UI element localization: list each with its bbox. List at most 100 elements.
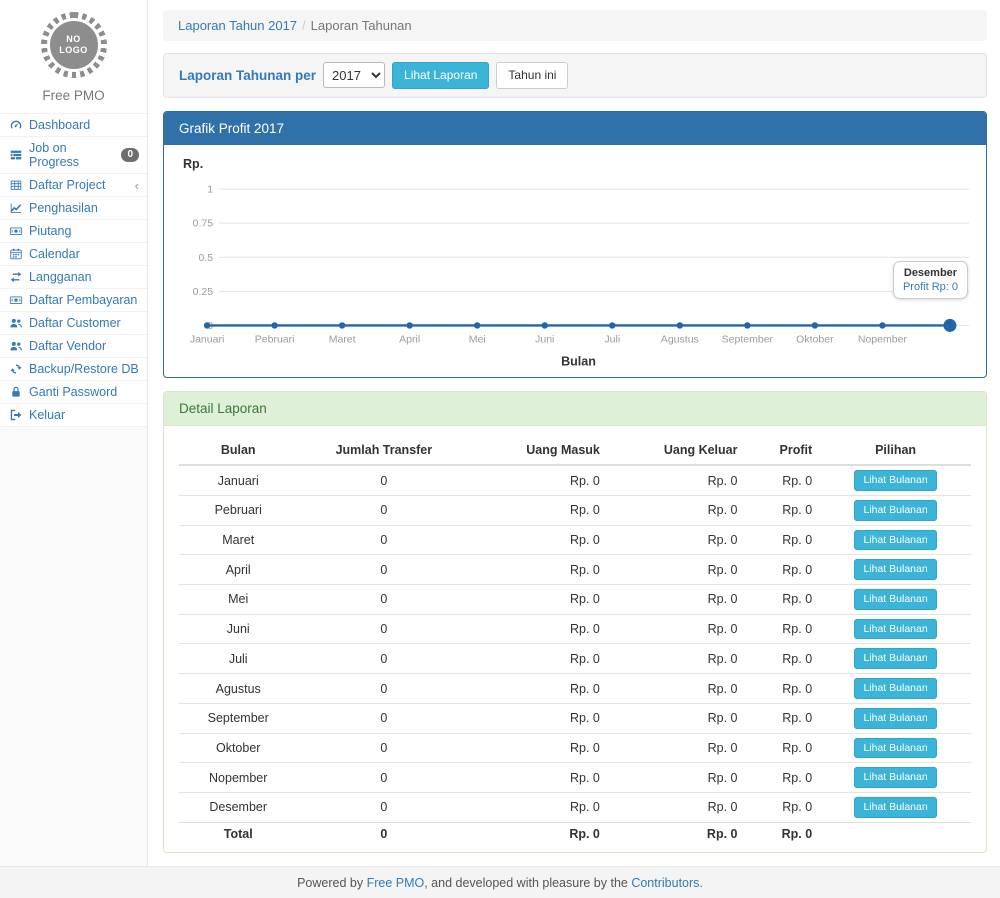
breadcrumb: Laporan Tahun 2017/Laporan Tahunan [163, 10, 987, 41]
jumlah-transfer-cell: 0 [297, 496, 470, 526]
uang-masuk-cell: Rp. 0 [470, 555, 608, 585]
sidebar-item-label: Daftar Project [29, 178, 105, 192]
month-cell: Juni [179, 614, 297, 644]
brand-name: Free PMO [0, 88, 147, 103]
lihat-bulanan-button[interactable]: Lihat Bulanan [854, 708, 936, 729]
profit-cell: Rp. 0 [745, 644, 820, 674]
uang-keluar-cell: Rp. 0 [608, 555, 746, 585]
svg-text:Rp.: Rp. [183, 157, 203, 171]
footer-link-free-pmo[interactable]: Free PMO [367, 876, 425, 890]
table-row: Mei0Rp. 0Rp. 0Rp. 0Lihat Bulanan [179, 585, 971, 615]
uang-masuk-cell: Rp. 0 [470, 585, 608, 615]
month-cell: Nopember [179, 763, 297, 793]
svg-text:Januari: Januari [190, 333, 225, 345]
uang-keluar-cell: Rp. 0 [608, 733, 746, 763]
users-icon [8, 316, 23, 330]
sidebar-item-penghasilan[interactable]: Penghasilan [0, 196, 147, 219]
sidebar-item-label: Dashboard [29, 118, 90, 132]
table-row: Nopember0Rp. 0Rp. 0Rp. 0Lihat Bulanan [179, 763, 971, 793]
uang-masuk-cell: Rp. 0 [470, 644, 608, 674]
total-jumlah-transfer-cell: 0 [297, 822, 470, 846]
tooltip-month: Desember [903, 267, 958, 279]
uang-masuk-cell: Rp. 0 [470, 733, 608, 763]
action-cell: Lihat Bulanan [820, 525, 971, 555]
footer-link-contributors[interactable]: Contributors. [631, 876, 703, 890]
jumlah-transfer-cell: 0 [297, 525, 470, 555]
sidebar-item-label: Backup/Restore DB [29, 362, 139, 376]
uang-keluar-cell: Rp. 0 [608, 585, 746, 615]
sidebar-item-label: Keluar [29, 408, 65, 422]
table-row: Juni0Rp. 0Rp. 0Rp. 0Lihat Bulanan [179, 614, 971, 644]
total-uang-keluar-cell: Rp. 0 [608, 822, 746, 846]
table-row: Pebruari0Rp. 0Rp. 0Rp. 0Lihat Bulanan [179, 496, 971, 526]
sidebar-item-backup-restore[interactable]: Backup/Restore DB [0, 357, 147, 380]
footer-text-middle: , and developed with pleasure by the [424, 876, 631, 890]
lihat-bulanan-button[interactable]: Lihat Bulanan [854, 767, 936, 788]
month-cell: April [179, 555, 297, 585]
action-cell: Lihat Bulanan [820, 763, 971, 793]
total-profit-cell: Rp. 0 [745, 822, 820, 846]
report-table: Bulan Jumlah Transfer Uang Masuk Uang Ke… [179, 436, 971, 846]
profit-cell: Rp. 0 [745, 585, 820, 615]
sidebar-item-daftar-customer[interactable]: Daftar Customer [0, 311, 147, 334]
jumlah-transfer-cell: 0 [297, 792, 470, 822]
table-icon [8, 178, 23, 192]
profit-cell: Rp. 0 [745, 703, 820, 733]
table-row: Desember0Rp. 0Rp. 0Rp. 0Lihat Bulanan [179, 792, 971, 822]
svg-text:Juli: Juli [604, 333, 620, 345]
lihat-bulanan-button[interactable]: Lihat Bulanan [854, 589, 936, 610]
profit-cell: Rp. 0 [745, 465, 820, 495]
calendar-icon [8, 247, 23, 261]
uang-masuk-cell: Rp. 0 [470, 763, 608, 793]
month-cell: Januari [179, 465, 297, 495]
month-cell: Oktober [179, 733, 297, 763]
profit-cell: Rp. 0 [745, 733, 820, 763]
uang-keluar-cell: Rp. 0 [608, 614, 746, 644]
lihat-bulanan-button[interactable]: Lihat Bulanan [854, 500, 936, 521]
action-cell: Lihat Bulanan [820, 496, 971, 526]
lihat-bulanan-button[interactable]: Lihat Bulanan [854, 648, 936, 669]
jumlah-transfer-cell: 0 [297, 644, 470, 674]
sidebar-item-daftar-pembayaran[interactable]: Daftar Pembayaran [0, 288, 147, 311]
footer-text-prefix: Powered by [297, 876, 366, 890]
svg-text:0.25: 0.25 [193, 286, 214, 298]
sidebar-item-ganti-password[interactable]: Ganti Password [0, 380, 147, 403]
lihat-bulanan-button[interactable]: Lihat Bulanan [854, 619, 936, 640]
sidebar-item-daftar-project[interactable]: Daftar Project ‹ [0, 173, 147, 196]
sidebar-item-daftar-vendor[interactable]: Daftar Vendor [0, 334, 147, 357]
lihat-bulanan-button[interactable]: Lihat Bulanan [854, 470, 936, 491]
month-cell: Desember [179, 792, 297, 822]
profit-cell: Rp. 0 [745, 496, 820, 526]
table-row: Juli0Rp. 0Rp. 0Rp. 0Lihat Bulanan [179, 644, 971, 674]
uang-masuk-cell: Rp. 0 [470, 703, 608, 733]
sidebar-item-dashboard[interactable]: Dashboard [0, 113, 147, 136]
jumlah-transfer-cell: 0 [297, 585, 470, 615]
profit-line-chart[interactable]: Rp.00.250.50.751JanuariPebruariMaretApri… [179, 153, 971, 372]
year-select[interactable]: 2017 [323, 62, 385, 88]
action-cell: Lihat Bulanan [820, 644, 971, 674]
table-row: Januari0Rp. 0Rp. 0Rp. 0Lihat Bulanan [179, 465, 971, 495]
uang-masuk-cell: Rp. 0 [470, 465, 608, 495]
uang-keluar-cell: Rp. 0 [608, 674, 746, 704]
footer: Powered by Free PMO, and developed with … [0, 866, 1000, 898]
tahun-ini-button[interactable]: Tahun ini [496, 62, 568, 89]
month-cell: Maret [179, 525, 297, 555]
sidebar-item-langganan[interactable]: Langganan [0, 265, 147, 288]
lihat-bulanan-button[interactable]: Lihat Bulanan [854, 797, 936, 818]
detail-panel-title: Detail Laporan [164, 392, 986, 426]
sidebar-item-keluar[interactable]: Keluar [0, 403, 147, 426]
lihat-bulanan-button[interactable]: Lihat Bulanan [854, 530, 936, 551]
breadcrumb-link-laporan-tahun[interactable]: Laporan Tahun 2017 [178, 18, 297, 33]
lihat-laporan-button[interactable]: Lihat Laporan [392, 62, 489, 89]
lihat-bulanan-button[interactable]: Lihat Bulanan [854, 738, 936, 759]
sidebar-item-job-on-progress[interactable]: Job on Progress 0 [0, 136, 147, 173]
app-layout: NO LOGO Free PMO Dashboard Job on Progre… [0, 0, 1000, 866]
lihat-bulanan-button[interactable]: Lihat Bulanan [854, 559, 936, 580]
filter-label: Laporan Tahunan per [179, 68, 316, 83]
lihat-bulanan-button[interactable]: Lihat Bulanan [854, 678, 936, 699]
sidebar-item-calendar[interactable]: Calendar [0, 242, 147, 265]
uang-keluar-cell: Rp. 0 [608, 703, 746, 733]
header-uang-keluar: Uang Keluar [608, 436, 746, 465]
action-cell: Lihat Bulanan [820, 792, 971, 822]
sidebar-item-piutang[interactable]: Piutang [0, 219, 147, 242]
